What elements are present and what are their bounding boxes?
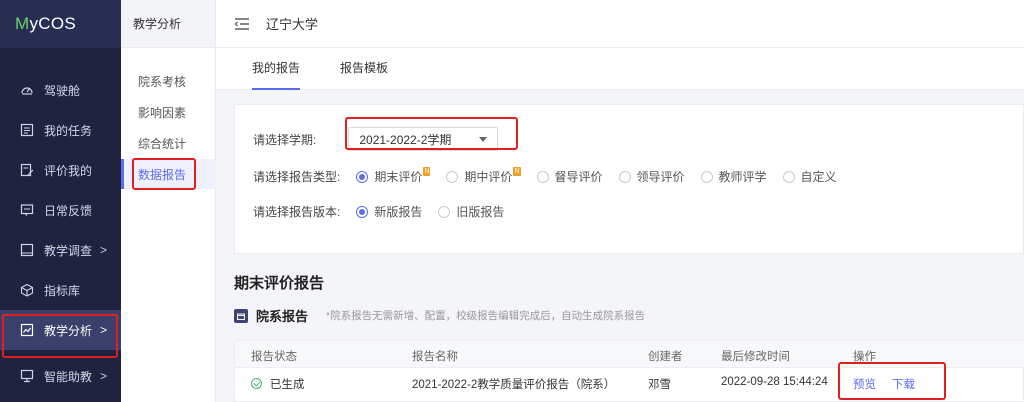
feedback-icon	[20, 203, 34, 217]
report-version-label: 请选择报告版本:	[253, 205, 341, 219]
new-badge: N	[423, 167, 431, 176]
report-tabs: 我的报告 报告模板	[216, 48, 1024, 90]
dashboard-icon	[20, 83, 34, 97]
col-actions: 操作	[853, 351, 876, 363]
radio-type-teacher-evaluates-learning[interactable]: 教师评学	[700, 168, 767, 185]
main-content: 我的报告 报告模板 请选择学期: 2021-2022-2学期 请选择报告类型: …	[216, 48, 1024, 402]
radio-type-final[interactable]: 期末评价 N	[356, 167, 431, 185]
sidebar-item-teaching-analysis[interactable]: 教学分析 >	[0, 310, 121, 350]
subnav-item-comprehensive-stats[interactable]: 综合统计	[121, 128, 216, 158]
semester-label: 请选择学期:	[253, 132, 317, 147]
row-name: 2021-2022-2教学质量评价报告（院系）	[412, 379, 616, 391]
radio-type-midterm[interactable]: 期中评价 N	[446, 167, 521, 185]
check-circle-icon	[251, 378, 262, 389]
sidebar-item-my-tasks[interactable]: 我的任务	[0, 110, 121, 150]
radio-checked-icon	[356, 170, 369, 183]
department-report-header: 院系报告 *院系报告无需新增、配置，校级报告编辑完成后，自动生成院系报告	[234, 306, 645, 325]
semester-row: 请选择学期: 2021-2022-2学期	[253, 127, 499, 151]
school-name: 辽宁大学	[266, 17, 319, 32]
sidebar-item-dashboard[interactable]: 驾驶舱	[0, 70, 121, 110]
app-logo[interactable]: MyCOS	[0, 0, 121, 48]
semester-value: 2021-2022-2学期	[359, 132, 452, 147]
sidebar-item-daily-feedback[interactable]: 日常反馈	[0, 190, 121, 230]
department-report-title: 院系报告	[256, 309, 309, 324]
radio-type-custom[interactable]: 自定义	[782, 168, 837, 185]
chevron-right-icon: >	[99, 323, 107, 337]
section-title: 期末评价报告	[234, 275, 325, 292]
tab-report-templates[interactable]: 报告模板	[340, 48, 388, 90]
report-version-row: 请选择报告版本: 新版报告 旧版报告	[253, 203, 520, 220]
subnav-header: 教学分析	[121, 0, 215, 48]
assistant-icon	[20, 369, 34, 383]
col-creator: 创建者	[648, 351, 683, 363]
radio-unchecked-icon	[536, 170, 549, 183]
table-header: 报告状态 报告名称 创建者 最后修改时间 操作	[235, 341, 1024, 368]
report-table: 报告状态 报告名称 创建者 最后修改时间 操作 已生成 2021-2022-2教…	[234, 340, 1024, 402]
folder-icon	[234, 308, 248, 323]
semester-select[interactable]: 2021-2022-2学期	[348, 127, 499, 151]
sidebar-item-indicator-library[interactable]: 指标库	[0, 270, 121, 310]
task-icon	[20, 123, 34, 137]
radio-unchecked-icon	[782, 170, 795, 183]
subnav-item-influence-factors[interactable]: 影响因素	[121, 97, 216, 127]
sidebar-item-smart-assistant[interactable]: 智能助教 >	[0, 356, 121, 396]
radio-checked-icon	[356, 205, 369, 218]
subnav-item-department-assessment[interactable]: 院系考核	[121, 66, 216, 96]
row-modified: 2022-09-28 15:44:24	[721, 376, 828, 388]
chevron-right-icon: >	[99, 243, 107, 257]
report-type-row: 请选择报告类型: 期末评价 N 期中评价 N 督导评价 领导评价 教师评学 自定义	[253, 167, 853, 185]
col-name: 报告名称	[412, 351, 458, 363]
sub-sidebar: 教学分析 院系考核 影响因素 综合统计 数据报告	[121, 0, 216, 402]
preview-link[interactable]: 预览	[853, 379, 876, 391]
col-modified: 最后修改时间	[721, 351, 790, 363]
radio-version-new[interactable]: 新版报告	[356, 203, 422, 220]
radio-unchecked-icon	[438, 205, 451, 218]
analysis-icon	[20, 323, 34, 337]
chevron-right-icon: >	[99, 369, 107, 383]
radio-type-supervisor[interactable]: 督导评价	[536, 168, 603, 185]
department-report-note: *院系报告无需新增、配置，校级报告编辑完成后，自动生成院系报告	[326, 310, 646, 322]
report-type-label: 请选择报告类型:	[253, 170, 341, 184]
sidebar-item-teaching-survey[interactable]: 教学调查 >	[0, 230, 121, 270]
filter-panel: 请选择学期: 2021-2022-2学期 请选择报告类型: 期末评价 N 期中评价…	[234, 104, 1024, 254]
top-bar: 辽宁大学	[216, 0, 1024, 48]
download-link[interactable]: 下载	[892, 379, 915, 391]
sidebar-item-evaluate-me[interactable]: 评价我的	[0, 150, 121, 190]
new-badge: N	[513, 167, 521, 176]
radio-type-leader[interactable]: 领导评价	[618, 168, 685, 185]
radio-unchecked-icon	[700, 170, 713, 183]
col-status: 报告状态	[251, 351, 297, 363]
caret-down-icon	[479, 136, 488, 142]
radio-unchecked-icon	[618, 170, 631, 183]
menu-fold-icon[interactable]	[234, 17, 250, 31]
row-status: 已生成	[251, 376, 305, 392]
subnav-item-data-report[interactable]: 数据报告	[121, 159, 216, 189]
survey-icon	[20, 243, 34, 257]
radio-version-old[interactable]: 旧版报告	[438, 203, 504, 220]
radio-unchecked-icon	[446, 170, 459, 183]
cube-icon	[20, 283, 34, 297]
row-creator: 邓雪	[648, 379, 671, 391]
main-sidebar: MyCOS 驾驶舱 我的任务 评价我的 日常反馈 教学调查 > 指标库 教学分析…	[0, 0, 121, 402]
evaluation-icon	[20, 163, 34, 177]
row-actions: 预览 下载	[853, 376, 931, 392]
tab-my-reports[interactable]: 我的报告	[252, 48, 301, 90]
